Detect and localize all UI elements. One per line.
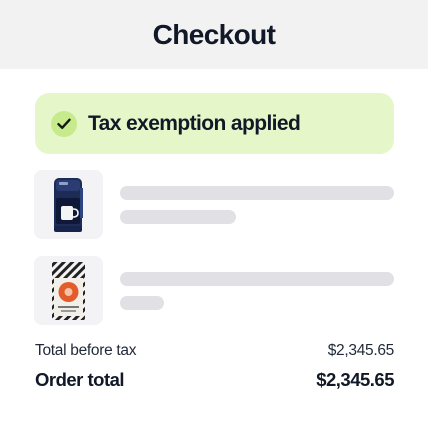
header-bar: Checkout	[0, 0, 428, 69]
order-total-row: Order total $2,345.65	[35, 369, 394, 391]
item-subtitle-placeholder	[120, 210, 236, 224]
item-title-placeholder	[120, 272, 394, 286]
subtotal-value: $2,345.65	[327, 342, 395, 359]
banner-text: Tax exemption applied	[88, 111, 301, 135]
order-item	[34, 170, 394, 240]
item-subtitle-placeholder	[120, 296, 164, 310]
order-total-value: $2,345.65	[316, 369, 394, 390]
tax-exemption-banner: Tax exemption applied	[35, 93, 394, 154]
order-item	[34, 256, 394, 326]
subtotal-label: Total before tax	[35, 342, 137, 359]
coffee-pack-icon	[34, 256, 103, 325]
order-total-label: Order total	[35, 369, 125, 390]
coffee-maker-icon	[34, 170, 103, 239]
item-title-placeholder	[120, 186, 394, 200]
check-icon	[51, 110, 77, 137]
page-title: Checkout	[152, 18, 276, 50]
subtotal-row: Total before tax $2,345.65	[35, 342, 394, 360]
